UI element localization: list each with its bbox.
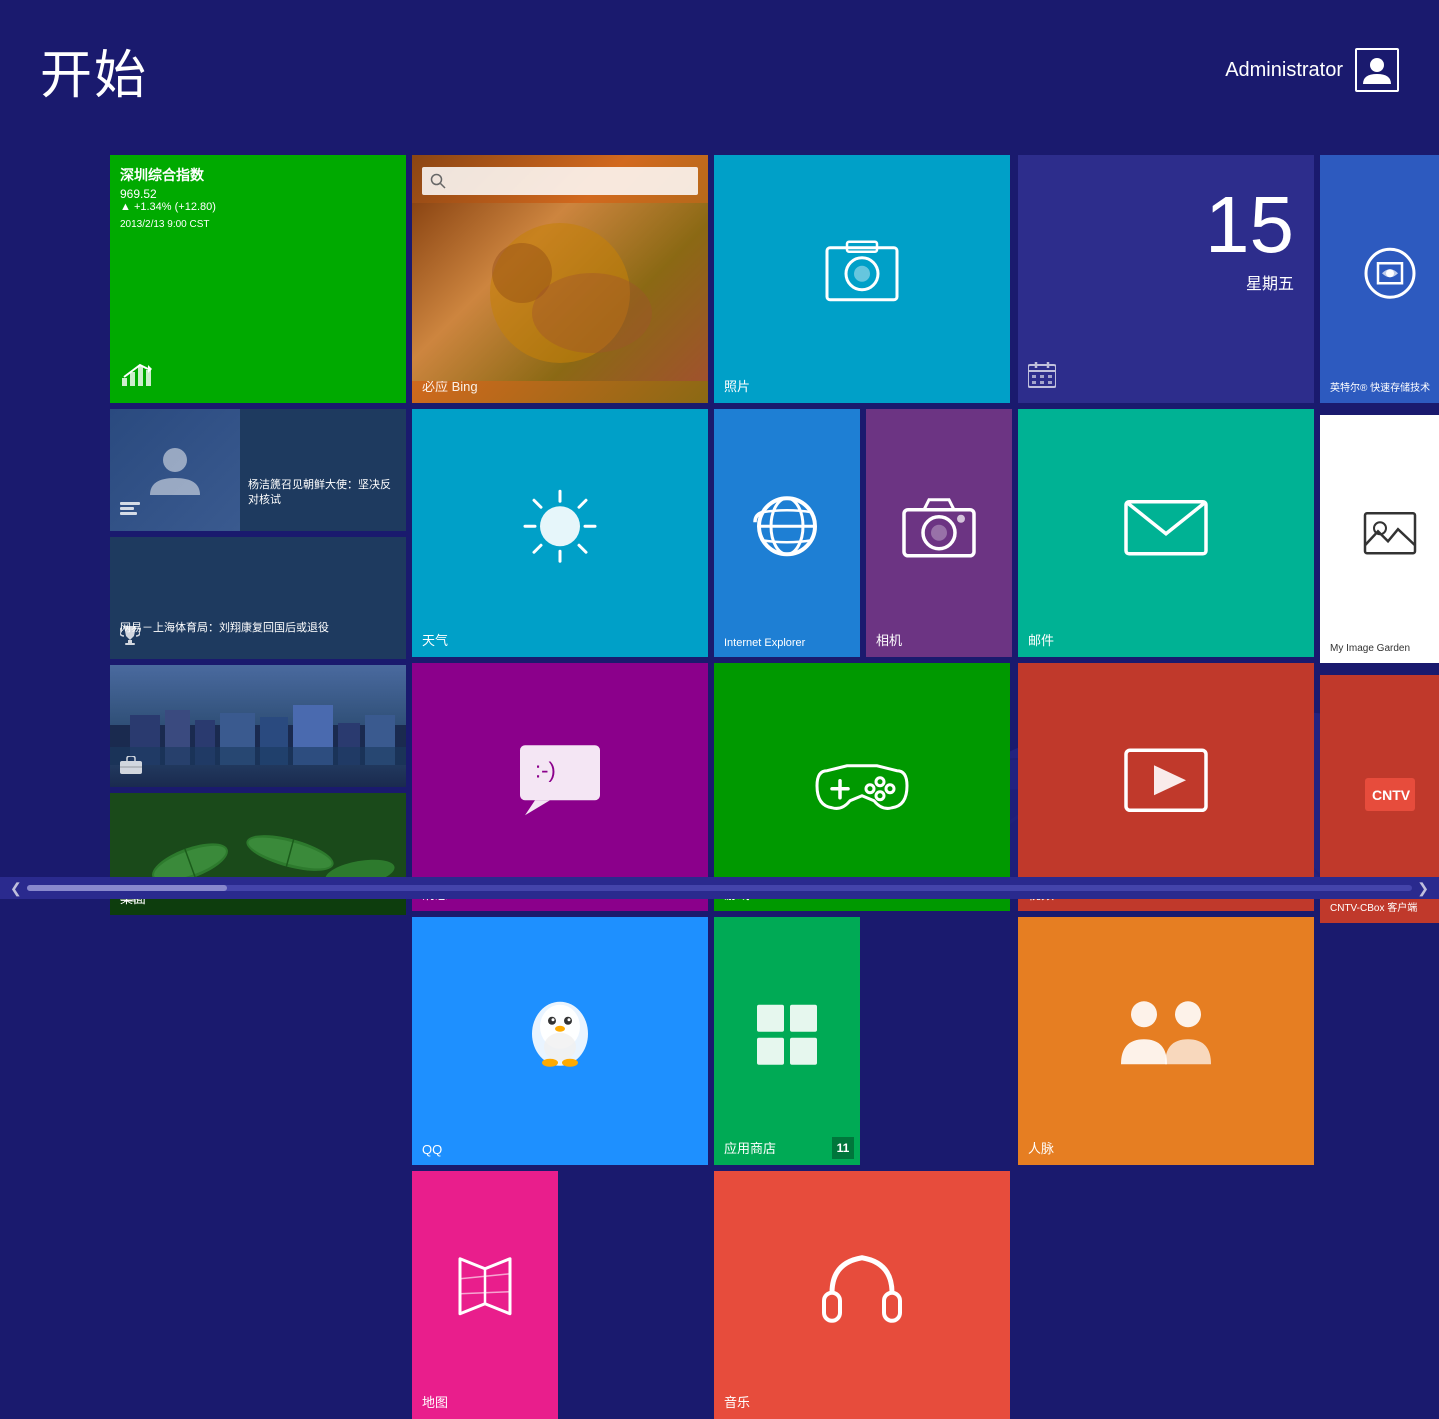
store-label: 应用商店	[724, 1138, 776, 1157]
map-icon	[450, 1254, 520, 1329]
bing-search-bar[interactable]	[422, 167, 698, 195]
chat-icon: :-)	[515, 740, 605, 825]
finance-title: 深圳综合指数	[120, 165, 204, 185]
bing-tile[interactable]: 必应 Bing	[412, 155, 708, 403]
photo-icon	[822, 238, 902, 313]
news-text-1: 杨洁篪召见朝鲜大使：坚决反对核试	[248, 478, 400, 507]
people-label: 人脉	[1028, 1138, 1054, 1157]
mail-label: 邮件	[1028, 630, 1054, 649]
mail-icon	[1121, 492, 1211, 567]
camera-label: 相机	[876, 630, 902, 649]
gamepad-icon	[812, 746, 912, 821]
building-image	[110, 705, 406, 765]
people-icon	[1116, 994, 1216, 1079]
photo-label: 照片	[724, 376, 750, 395]
video-tile[interactable]: 视频	[1018, 663, 1314, 911]
music-label: 音乐	[724, 1392, 750, 1411]
qq-tile[interactable]: QQ	[412, 917, 708, 1165]
col-2: 必应 Bing	[412, 155, 708, 1419]
chart-icon	[120, 360, 156, 393]
tiles-grid: 深圳综合指数 969.52 ▲ +1.34% (+12.80) 2013/2/1…	[110, 155, 1439, 1419]
store-tile[interactable]: 11 应用商店	[714, 917, 860, 1165]
scroll-left-arrow[interactable]: ❮	[10, 880, 22, 897]
music-tile[interactable]: 音乐	[714, 1171, 1010, 1419]
briefcase-icon	[120, 756, 142, 779]
ie-tile[interactable]: Internet Explorer	[714, 409, 860, 657]
finance-value: 969.52	[120, 187, 157, 201]
qq-label: QQ	[422, 1142, 442, 1157]
search-icon	[430, 173, 446, 189]
ie-label: Internet Explorer	[724, 637, 805, 649]
intel-skydrive-row: 英特尔® 快速存储技术 SkyDrive	[1320, 155, 1439, 403]
sun-icon	[520, 486, 600, 571]
finance-change: ▲ +1.34% (+12.80)	[120, 201, 216, 213]
qq-icon	[515, 989, 605, 1084]
news-tile-1[interactable]: 杨洁篪召见朝鲜大使：坚决反对核试	[110, 409, 406, 531]
games-tile[interactable]: 游戏	[714, 663, 1010, 911]
col-3: 照片 Internet Explorer	[714, 155, 1012, 1419]
user-name: Administrator	[1225, 59, 1343, 82]
calendar-day: 星期五	[1246, 270, 1294, 294]
news-text-2: 网易－上海体育局：刘翔康复回国后或退役	[120, 621, 396, 635]
avatar	[1355, 48, 1399, 92]
news-tile-3[interactable]	[110, 665, 406, 787]
map-label: 地图	[422, 1392, 448, 1411]
scroll-track[interactable]	[27, 885, 1413, 891]
weather-tile[interactable]: 天气	[412, 409, 708, 657]
video-icon	[1121, 740, 1211, 825]
finance-tile[interactable]: 深圳综合指数 969.52 ▲ +1.34% (+12.80) 2013/2/1…	[110, 155, 406, 403]
intel-tile[interactable]: 英特尔® 快速存储技术	[1320, 155, 1439, 403]
calendar-icon	[1028, 362, 1056, 393]
finance-date: 2013/2/13 9:00 CST	[120, 219, 210, 230]
headphone-icon	[817, 1243, 907, 1338]
user-section[interactable]: Administrator	[1225, 48, 1399, 92]
scroll-right-arrow[interactable]: ❯	[1417, 880, 1429, 897]
myimage-tile[interactable]: My Image Garden	[1320, 415, 1439, 663]
calendar-number: 15	[1205, 185, 1294, 265]
header: 开始 Administrator	[0, 0, 1439, 140]
cntv-label: CNTV-CBox 客户端	[1330, 903, 1417, 915]
store-badge: 11	[832, 1137, 854, 1159]
message-tile[interactable]: :-) 消息	[412, 663, 708, 911]
store-icon	[752, 1000, 822, 1075]
bing-image	[412, 203, 708, 381]
camera-icon	[899, 492, 979, 567]
people-tile[interactable]: 人脉	[1018, 917, 1314, 1165]
weather-label: 天气	[422, 630, 448, 649]
cntv-icon: CNTV	[1360, 766, 1420, 826]
calendar-tile[interactable]: 15 星期五	[1018, 155, 1314, 403]
ie-icon	[747, 486, 827, 571]
myimage-ijscan-row: My Image Garden IJ Scan Utility	[1320, 415, 1439, 663]
start-title: 开始	[40, 33, 148, 108]
myimage-icon	[1360, 503, 1420, 568]
svg-text::-): :-)	[535, 757, 556, 782]
table-icon	[120, 502, 140, 523]
myimage-label: My Image Garden	[1330, 643, 1410, 655]
col-5: 英特尔® 快速存储技术 SkyDrive	[1320, 155, 1439, 1419]
intel-icon	[1360, 243, 1420, 308]
col-news: 深圳综合指数 969.52 ▲ +1.34% (+12.80) 2013/2/1…	[110, 155, 406, 1419]
col-4: 15 星期五	[1018, 155, 1314, 1419]
map-tile[interactable]: 地图	[412, 1171, 558, 1419]
trophy-icon	[120, 624, 140, 651]
photo-tile[interactable]: 照片	[714, 155, 1010, 403]
svg-text:CNTV: CNTV	[1372, 787, 1411, 803]
scrollbar[interactable]: ❮ ❯	[0, 877, 1439, 899]
news-tile-2[interactable]: 网易－上海体育局：刘翔康复回国后或退役	[110, 537, 406, 659]
intel-label: 英特尔® 快速存储技术	[1330, 383, 1430, 395]
mail-tile[interactable]: 邮件	[1018, 409, 1314, 657]
scroll-thumb[interactable]	[27, 885, 227, 891]
camera-tile[interactable]: 相机	[866, 409, 1012, 657]
ie-camera-row: Internet Explorer 相机	[714, 409, 1012, 657]
